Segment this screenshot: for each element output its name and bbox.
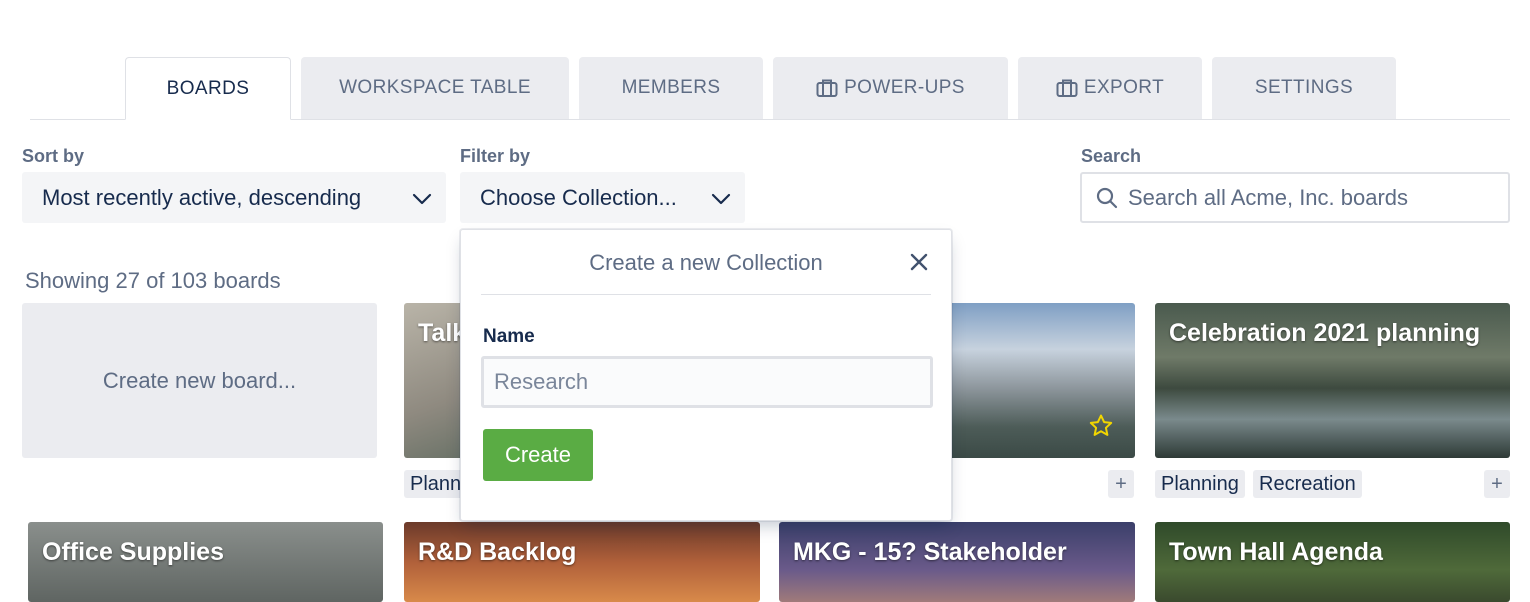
collection-name-input[interactable] (481, 356, 933, 408)
search-input[interactable] (1126, 183, 1490, 212)
create-button[interactable]: Create (483, 429, 593, 481)
board-tag: Recreation (1253, 470, 1362, 498)
chevron-down-icon (711, 185, 731, 211)
search-label: Search (1081, 146, 1142, 166)
briefcase-icon (816, 78, 838, 98)
board-tile[interactable]: Town Hall Agenda (1155, 522, 1510, 602)
chevron-down-icon (412, 185, 432, 211)
board-tile[interactable]: Office Supplies (28, 522, 383, 602)
tab-boards[interactable]: BOARDS (125, 57, 291, 120)
board-tile[interactable]: MKG - 15? Stakeholder (779, 522, 1135, 602)
tab-label: MEMBERS (621, 77, 721, 98)
board-title: MKG - 15? Stakeholder (793, 538, 1067, 566)
filter-label: Filter by (460, 146, 531, 166)
sort-value: Most recently active, descending (42, 184, 362, 210)
tab-members[interactable]: MEMBERS (579, 57, 763, 119)
tab-label: SETTINGS (1254, 77, 1354, 98)
tab-settings[interactable]: SETTINGS (1212, 57, 1396, 119)
board-tile[interactable]: R&D Backlog (404, 522, 760, 602)
board-title: Celebration 2021 planning (1169, 319, 1481, 347)
popover-divider (481, 294, 931, 295)
briefcase-icon (1056, 78, 1078, 98)
board-title: Office Supplies (42, 538, 224, 566)
filter-select[interactable]: Choose Collection... (460, 172, 745, 223)
sort-label: Sort by (22, 146, 85, 166)
close-icon[interactable] (907, 250, 931, 274)
create-board-tile[interactable]: Create new board... (22, 303, 377, 458)
board-tile[interactable]: Celebration 2021 planning (1155, 303, 1510, 458)
tab-label: WORKSPACE TABLE (339, 77, 531, 98)
star-icon[interactable] (1089, 414, 1113, 442)
board-tag: Plann (404, 470, 468, 498)
sort-select[interactable]: Most recently active, descending (22, 172, 446, 223)
board-title: R&D Backlog (418, 538, 577, 566)
search-box (1080, 172, 1510, 223)
search-icon (1096, 187, 1118, 209)
tab-export[interactable]: EXPORT (1018, 57, 1202, 119)
name-label: Name (483, 326, 535, 347)
create-collection-popover: Create a new Collection Name Create (460, 229, 952, 521)
tab-label: EXPORT (1083, 77, 1165, 98)
board-title: Town Hall Agenda (1169, 538, 1383, 566)
board-count: Showing 27 of 103 boards (25, 268, 281, 293)
popover-title: Create a new Collection (589, 250, 823, 275)
tab-power-ups[interactable]: POWER-UPS (773, 57, 1008, 119)
create-board-label: Create new board... (102, 367, 297, 393)
add-tag-button[interactable]: + (1484, 470, 1510, 498)
tab-workspace-table[interactable]: WORKSPACE TABLE (301, 57, 569, 119)
tab-label: BOARDS (166, 77, 250, 99)
add-tag-button[interactable]: + (1108, 470, 1134, 498)
tab-label: POWER-UPS (844, 77, 965, 98)
filter-value: Choose Collection... (480, 184, 677, 210)
board-tag: Planning (1155, 470, 1245, 498)
